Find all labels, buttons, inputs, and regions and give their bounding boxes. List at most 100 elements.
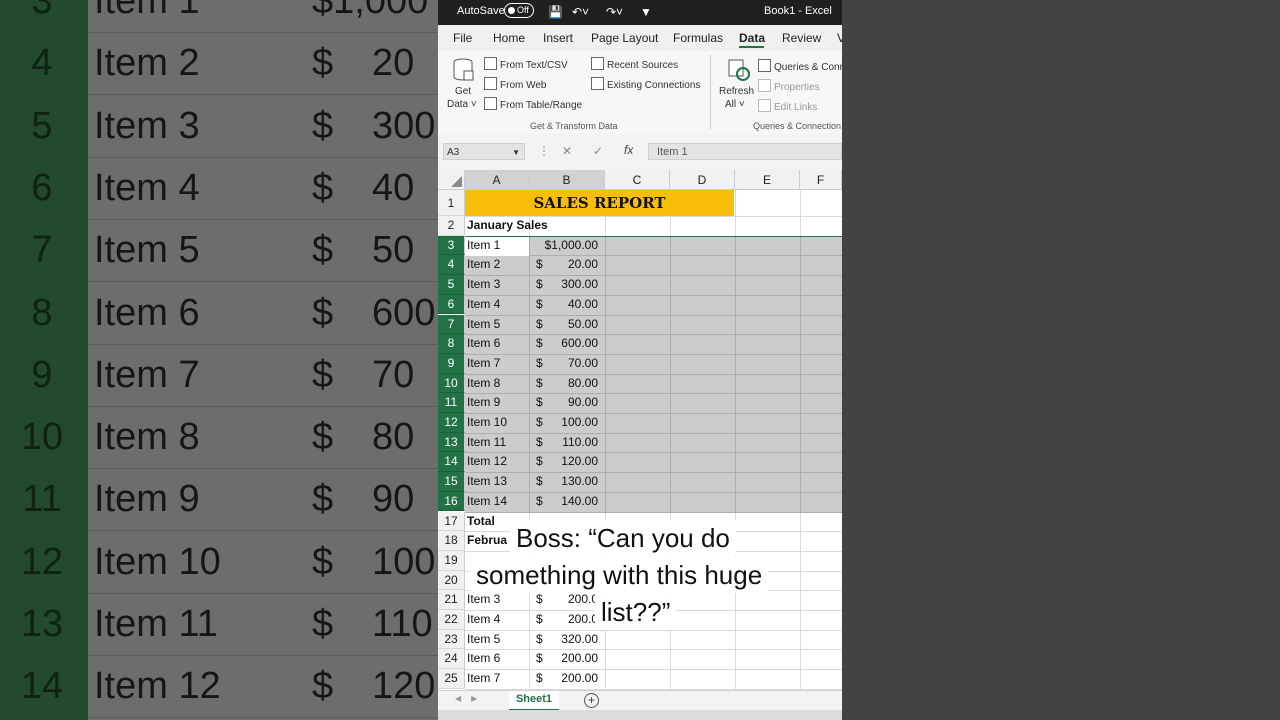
cell-item-name[interactable]: Item 10 <box>467 413 507 433</box>
sheet-tab-sheet1[interactable]: Sheet1 <box>509 691 559 711</box>
column-header-e[interactable]: E <box>735 170 800 190</box>
cell-item-name[interactable]: Item 1 <box>467 236 500 256</box>
refresh-all-dropdown[interactable]: All ˅ <box>725 99 745 110</box>
tab-formulas[interactable]: Formulas <box>673 31 723 45</box>
undo-icon[interactable]: ↶˅ <box>572 5 589 19</box>
cell-amount[interactable]: 130.00 <box>536 472 598 492</box>
recent-sources-button[interactable]: Recent Sources <box>591 57 678 71</box>
cell-item-name[interactable]: Item 11 <box>467 433 506 453</box>
tab-page-layout[interactable]: Page Layout <box>591 31 658 45</box>
cell-item-name[interactable]: Item 12 <box>467 452 507 472</box>
background-value: 90 <box>372 478 415 521</box>
queries-connections-button[interactable]: Queries & Conn <box>758 59 842 73</box>
tab-view[interactable]: V <box>837 31 842 45</box>
row-header-6[interactable]: 6 <box>438 294 465 315</box>
row-header-7[interactable]: 7 <box>438 314 465 335</box>
customize-toolbar-icon[interactable]: ▼ <box>640 5 652 19</box>
get-data-label[interactable]: Get <box>455 86 471 97</box>
cell-amount[interactable]: 320.00 <box>536 630 598 650</box>
cell-item-name[interactable]: Item 5 <box>467 630 500 650</box>
row-header-10[interactable]: 10 <box>438 373 465 394</box>
column-header-d[interactable]: D <box>670 170 735 190</box>
select-all-button[interactable] <box>438 170 465 190</box>
tab-review[interactable]: Review <box>782 31 821 45</box>
background-row-number: 6 <box>31 166 53 209</box>
sheet-nav-arrows[interactable]: ◀▶ <box>455 694 487 703</box>
cell-amount[interactable]: 120.00 <box>536 452 598 472</box>
row-header-25[interactable]: 25 <box>438 669 465 689</box>
row-header-5[interactable]: 5 <box>438 275 465 295</box>
tab-data[interactable]: Data <box>739 31 765 45</box>
tab-file[interactable]: File <box>453 31 472 45</box>
get-data-dropdown[interactable]: Data ˅ <box>447 99 477 110</box>
row-header-23[interactable]: 23 <box>438 629 465 650</box>
cell-item-name[interactable]: Item 6 <box>467 649 500 669</box>
cell-item-name[interactable]: Item 14 <box>467 492 507 512</box>
row-header-14[interactable]: 14 <box>438 452 465 473</box>
cell-item-name[interactable]: Item 7 <box>467 354 500 374</box>
cell-january-sales[interactable]: January Sales <box>467 216 548 236</box>
insert-function-button[interactable]: fx <box>624 143 633 157</box>
cell-amount[interactable]: 40.00 <box>536 295 598 315</box>
save-icon[interactable]: 💾 <box>548 5 563 19</box>
cell-item-name[interactable]: Item 13 <box>467 472 507 492</box>
cell-amount[interactable]: 140.00 <box>536 492 598 512</box>
cell-item-name[interactable]: Item 4 <box>467 295 500 315</box>
row-header-16[interactable]: 16 <box>438 491 465 512</box>
tab-insert[interactable]: Insert <box>543 31 573 45</box>
cell-amount[interactable]: 300.00 <box>536 275 598 295</box>
cell-amount[interactable]: 70.00 <box>536 354 598 374</box>
row-header-1[interactable]: 1 <box>438 190 465 216</box>
chevron-down-icon[interactable]: ▼ <box>512 144 520 161</box>
add-sheet-icon[interactable]: + <box>584 693 599 708</box>
row-header-9[interactable]: 9 <box>438 353 465 374</box>
cell-amount[interactable]: 200.00 <box>536 669 598 689</box>
cell-item-name[interactable]: Item 6 <box>467 334 500 354</box>
from-text-csv-button[interactable]: From Text/CSV <box>484 57 568 71</box>
column-header-f[interactable]: F <box>800 170 842 190</box>
cancel-icon[interactable]: ✕ <box>562 144 572 158</box>
row-header-4[interactable]: 4 <box>438 255 465 276</box>
cell-item-name[interactable]: Item 3 <box>467 275 500 295</box>
tab-home[interactable]: Home <box>493 31 525 45</box>
redo-icon[interactable]: ↷˅ <box>606 5 623 19</box>
cell-amount[interactable]: 80.00 <box>536 374 598 394</box>
autosave-toggle[interactable]: Off <box>504 3 534 18</box>
row-header-3[interactable]: 3 <box>438 235 465 256</box>
row-header-15[interactable]: 15 <box>438 472 465 492</box>
cell-item-name[interactable]: Item 5 <box>467 315 500 335</box>
cell-amount[interactable]: 90.00 <box>536 393 598 413</box>
edit-links-button[interactable]: Edit Links <box>758 99 817 113</box>
name-box[interactable]: A3 ▼ <box>443 143 525 160</box>
cell-amount[interactable]: 110.00 <box>536 433 598 453</box>
column-header-b[interactable]: B <box>529 170 605 190</box>
cell-amount[interactable]: 100.00 <box>536 413 598 433</box>
cell-amount[interactable]: $1,000.00 <box>536 236 598 256</box>
cell-item-name[interactable]: Item 2 <box>467 255 500 275</box>
more-options-icon[interactable]: ⋮ <box>538 144 550 158</box>
row-header-8[interactable]: 8 <box>438 334 465 354</box>
background-item: Item 3 <box>94 104 200 147</box>
sales-report-title[interactable]: SALES REPORT <box>465 190 734 216</box>
existing-connections-button[interactable]: Existing Connections <box>591 77 700 91</box>
column-header-c[interactable]: C <box>605 170 670 190</box>
cell-amount[interactable]: 20.00 <box>536 255 598 275</box>
cell-item-name[interactable]: Item 9 <box>467 393 500 413</box>
enter-icon[interactable]: ✓ <box>593 144 603 158</box>
from-table-range-button[interactable]: From Table/Range <box>484 97 582 111</box>
column-header-a[interactable]: A <box>465 170 529 190</box>
row-header-12[interactable]: 12 <box>438 413 465 433</box>
properties-button[interactable]: Properties <box>758 79 820 93</box>
cell-amount[interactable]: 200.00 <box>536 649 598 669</box>
row-header-2[interactable]: 2 <box>438 216 465 236</box>
row-header-24[interactable]: 24 <box>438 649 465 670</box>
refresh-all-label[interactable]: Refresh <box>719 86 754 97</box>
row-header-13[interactable]: 13 <box>438 432 465 453</box>
row-header-11[interactable]: 11 <box>438 393 465 413</box>
formula-input[interactable]: Item 1 <box>648 143 842 160</box>
cell-item-name[interactable]: Item 7 <box>467 669 500 689</box>
from-web-button[interactable]: From Web <box>484 77 547 91</box>
cell-amount[interactable]: 600.00 <box>536 334 598 354</box>
cell-item-name[interactable]: Item 8 <box>467 374 500 394</box>
cell-amount[interactable]: 50.00 <box>536 315 598 335</box>
